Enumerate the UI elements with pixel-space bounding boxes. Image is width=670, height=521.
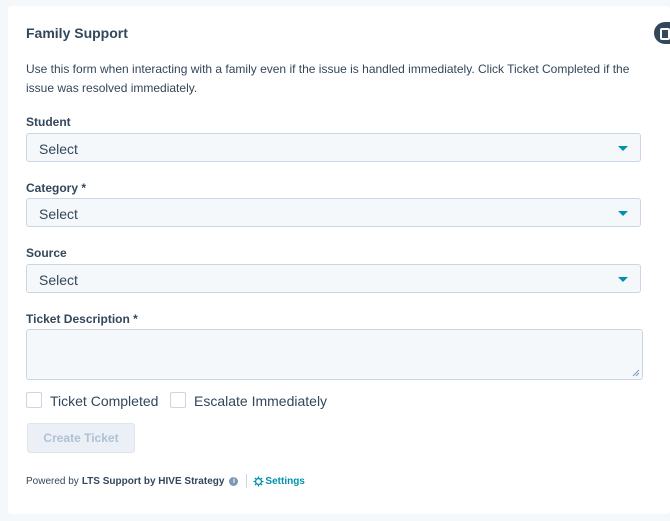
student-select[interactable]: Select xyxy=(26,133,641,162)
escalate-immediately-checkbox[interactable] xyxy=(170,392,186,408)
form-title: Family Support xyxy=(26,25,128,41)
footer: Powered by LTS Support by HIVE Strategy … xyxy=(26,474,305,488)
ticket-description-label: Ticket Description * xyxy=(26,312,138,326)
form-description: Use this form when interacting with a fa… xyxy=(26,62,630,95)
settings-link[interactable]: Settings xyxy=(253,475,305,487)
info-icon[interactable]: i xyxy=(229,476,239,486)
ticket-completed-checkbox[interactable] xyxy=(26,392,42,408)
form-card: Family Support Use this form when intera… xyxy=(8,6,670,514)
gear-icon xyxy=(253,475,264,487)
footer-divider xyxy=(246,474,248,488)
settings-label: Settings xyxy=(265,475,305,487)
chevron-down-icon xyxy=(618,211,628,216)
escalate-immediately-label[interactable]: Escalate Immediately xyxy=(194,393,327,409)
source-select[interactable]: Select xyxy=(26,264,641,293)
source-select-value: Select xyxy=(39,272,78,288)
panel-icon xyxy=(660,28,670,40)
ticket-description-textarea[interactable] xyxy=(26,329,643,380)
category-label: Category * xyxy=(26,181,87,195)
resize-handle-icon[interactable] xyxy=(632,369,640,377)
category-select-value: Select xyxy=(39,206,78,222)
sidebar-toggle-button[interactable] xyxy=(654,22,670,44)
chevron-down-icon xyxy=(618,277,628,282)
create-ticket-button[interactable]: Create Ticket xyxy=(27,423,135,453)
powered-by-text: Powered by xyxy=(26,475,79,487)
student-label: Student xyxy=(26,115,71,129)
source-label: Source xyxy=(26,246,67,260)
ticket-completed-label[interactable]: Ticket Completed xyxy=(50,393,158,409)
chevron-down-icon xyxy=(618,146,628,151)
student-select-value: Select xyxy=(39,141,78,157)
brand-name: LTS Support by HIVE Strategy xyxy=(81,475,225,487)
category-select[interactable]: Select xyxy=(26,198,641,227)
